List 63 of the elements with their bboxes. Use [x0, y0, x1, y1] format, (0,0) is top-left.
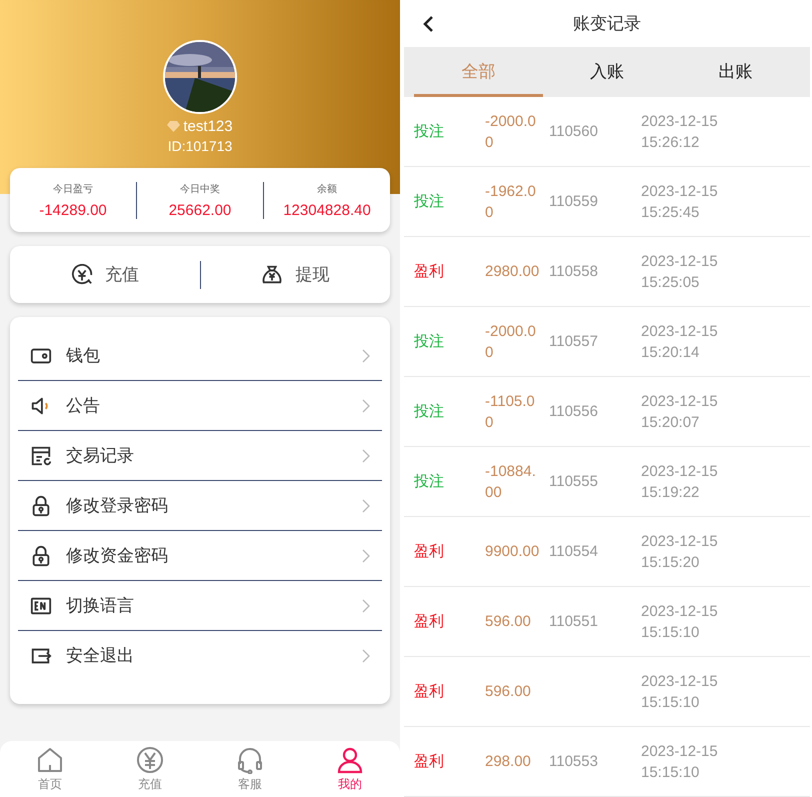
amount-cell-text: -2000.00 — [485, 322, 537, 362]
amount-cell-text: -1105.00 — [485, 392, 536, 432]
type-cell-text: 投注 — [413, 192, 445, 212]
amount-cell-text: 298.00 — [485, 752, 532, 772]
time-cell-text: 2023-12-15 15:15:10 — [641, 742, 719, 782]
type-cell-text: 盈利 — [413, 752, 445, 772]
nav-tab[interactable]: 首页 — [0, 741, 100, 797]
time-cell-text: 2023-12-15 15:20:14 — [641, 322, 719, 362]
id-cell: 110555 — [549, 473, 598, 490]
id-cell: 110557 — [549, 333, 598, 350]
id-cell: 110553 — [549, 753, 598, 770]
amount-cell-text: -10884.00 — [485, 462, 537, 502]
action-button[interactable]: 充值 — [104, 263, 139, 286]
filter-tab[interactable]: 出账 — [671, 47, 800, 97]
nav-tab[interactable]: 充值 — [100, 741, 200, 797]
time-cell-text: 2023-12-15 15:25:45 — [641, 182, 719, 222]
type-cell-text: 盈利 — [413, 262, 445, 282]
menu-item[interactable]: 交易记录 — [18, 431, 382, 481]
nav-tab[interactable]: 客服 — [200, 741, 300, 797]
menu-item[interactable]: 修改登录密码 — [18, 481, 382, 531]
menu-item[interactable]: 公告 — [18, 381, 382, 431]
time-cell-text: 2023-12-15 15:25:05 — [641, 252, 719, 292]
username: test123 — [183, 118, 233, 135]
id-cell: 110551 — [549, 613, 598, 630]
user-id: ID:101713 — [168, 138, 232, 154]
menu-item[interactable]: 切换语言 — [18, 581, 382, 631]
filter-tab[interactable]: 入账 — [542, 47, 672, 97]
time-cell-text: 2023-12-15 15:19:22 — [641, 462, 719, 502]
id-cell: 110559 — [549, 193, 598, 210]
stat-label: 今日中奖 — [180, 182, 220, 196]
amount-cell-text: -2000.00 — [485, 112, 537, 152]
id-cell: 110558 — [549, 263, 598, 280]
stat-label: 余额 — [317, 182, 337, 196]
amount-cell-text: 9900.00 — [485, 542, 540, 562]
type-cell-text: 投注 — [413, 472, 445, 492]
type-cell-text: 盈利 — [413, 542, 445, 562]
time-cell-text: 2023-12-15 15:15:10 — [641, 672, 719, 712]
action-button[interactable]: 提现 — [295, 263, 330, 286]
menu-item[interactable]: 钱包 — [18, 331, 382, 381]
time-cell-text: 2023-12-15 15:20:07 — [641, 392, 719, 432]
amount-cell-text: 596.00 — [485, 612, 532, 632]
stat-value: 12304828.40 — [283, 202, 371, 218]
nav-tab[interactable]: 我的 — [300, 741, 400, 797]
menu-item[interactable]: 修改资金密码 — [18, 531, 382, 581]
id-cell: 110560 — [549, 123, 598, 140]
id-cell: 110556 — [549, 403, 598, 420]
type-cell-text: 投注 — [413, 122, 445, 142]
page-title: 账变记录 — [573, 14, 641, 33]
type-cell-text: 投注 — [413, 402, 445, 422]
amount-cell-text: -1962.00 — [485, 182, 537, 222]
id-cell: 110554 — [549, 543, 598, 560]
stat-label: 今日盈亏 — [53, 182, 93, 196]
time-cell-text: 2023-12-15 15:15:20 — [641, 532, 719, 572]
time-cell-text: 2023-12-15 15:15:10 — [641, 602, 719, 642]
type-cell-text: 盈利 — [413, 612, 445, 632]
stat-value: -14289.00 — [39, 202, 107, 218]
menu-item[interactable]: 安全退出 — [18, 631, 382, 680]
time-cell-text: 2023-12-15 15:26:12 — [641, 112, 719, 152]
amount-cell-text: 2980.00 — [485, 262, 540, 282]
type-cell-text: 投注 — [413, 332, 445, 352]
amount-cell-text: 596.00 — [485, 682, 532, 702]
type-cell-text: 盈利 — [413, 682, 445, 702]
stat-value: 25662.00 — [168, 202, 232, 218]
